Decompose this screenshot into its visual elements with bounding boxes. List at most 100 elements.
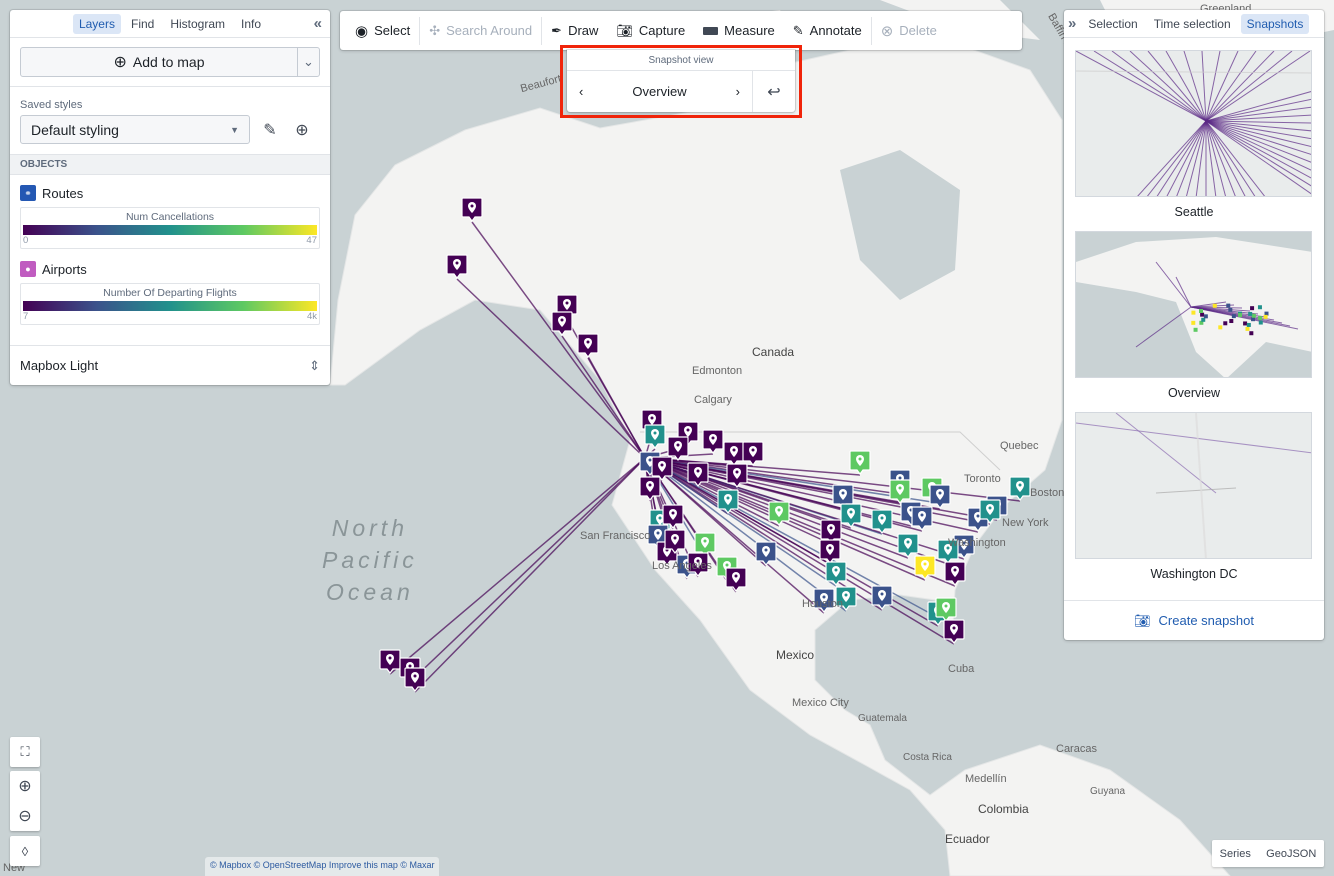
airport-marker[interactable] — [665, 530, 685, 553]
map-label: Boston — [1030, 487, 1064, 499]
airport-marker[interactable] — [663, 505, 683, 528]
chevron-left-icon[interactable]: ‹ — [579, 84, 583, 99]
geojson-button[interactable]: GeoJSON — [1266, 848, 1316, 860]
airport-marker[interactable] — [703, 430, 723, 453]
snapshot-card[interactable]: Overview — [1075, 231, 1313, 400]
airport-marker[interactable] — [640, 477, 660, 500]
basemap-name: Mapbox Light — [20, 358, 98, 373]
airport-marker[interactable] — [841, 504, 861, 527]
left-panel-tabs: Layers Find Histogram Info « — [10, 10, 330, 38]
airport-marker[interactable] — [945, 562, 965, 585]
airport-marker[interactable] — [1010, 477, 1030, 500]
delete-button[interactable]: ⊗ Delete — [872, 11, 946, 50]
camera-icon: 📷︎ — [616, 23, 633, 39]
basemap-selector[interactable]: Mapbox Light ⇕ — [10, 345, 330, 385]
annotate-button[interactable]: ✎ Annotate — [784, 11, 871, 50]
tab-selection[interactable]: Selection — [1082, 14, 1143, 34]
add-to-map-label: Add to map — [133, 54, 205, 70]
series-button[interactable]: Series — [1220, 848, 1251, 860]
snapshot-card[interactable]: Washington DC — [1075, 412, 1313, 581]
camera-icon: 📷︎ — [1134, 613, 1151, 629]
tab-histogram[interactable]: Histogram — [164, 14, 231, 34]
airport-marker[interactable] — [405, 668, 425, 691]
airport-marker[interactable] — [727, 464, 747, 487]
collapse-right-icon[interactable]: » — [1068, 15, 1076, 32]
capture-button[interactable]: 📷︎ Capture — [607, 11, 694, 50]
map-label: New York — [1002, 517, 1048, 529]
airport-marker[interactable] — [380, 650, 400, 673]
layer-airports[interactable]: ● Airports — [10, 249, 330, 283]
plus-circle-icon: ⊕ — [113, 52, 126, 72]
snapshot-card[interactable]: Seattle — [1075, 50, 1313, 219]
airport-marker[interactable] — [552, 312, 572, 335]
map-attribution[interactable]: © Mapbox © OpenStreetMap Improve this ma… — [205, 857, 439, 876]
select-button[interactable]: ◉ Select — [346, 11, 419, 50]
airport-marker[interactable] — [936, 598, 956, 621]
map-toolbar: ◉ Select ✣ Search Around ✒ Draw 📷︎ Capture M… — [340, 11, 1022, 50]
zoom-out-icon[interactable]: ⊖ — [10, 801, 40, 831]
delete-icon: ⊗ — [881, 22, 894, 40]
airport-marker[interactable] — [769, 502, 789, 525]
measure-button[interactable]: Measure — [694, 11, 784, 50]
airport-marker[interactable] — [743, 442, 763, 465]
airport-marker[interactable] — [872, 586, 892, 609]
current-snapshot: Overview — [632, 84, 686, 99]
compass-button[interactable]: ◊ — [10, 836, 40, 866]
airport-marker[interactable] — [980, 500, 1000, 523]
layer-name: Routes — [42, 186, 83, 201]
saved-styles-select[interactable]: Default styling ▼ — [20, 115, 250, 144]
map-label: Houston — [802, 598, 843, 610]
airport-marker[interactable] — [930, 485, 950, 508]
airport-marker[interactable] — [688, 463, 708, 486]
chevron-right-icon[interactable]: › — [736, 84, 740, 99]
draw-button[interactable]: ✒ Draw — [542, 11, 607, 50]
snapshot-thumbnail[interactable] — [1075, 50, 1312, 197]
zoom-in-icon[interactable]: ⊕ — [10, 771, 40, 801]
airport-marker[interactable] — [645, 425, 665, 448]
map-label: Caracas — [1056, 743, 1097, 755]
ruler-icon — [703, 27, 718, 35]
tab-layers[interactable]: Layers — [73, 14, 121, 34]
airport-marker[interactable] — [850, 451, 870, 474]
color-ramp — [23, 225, 317, 235]
airport-marker[interactable] — [718, 490, 738, 513]
map-label: Mexico — [776, 648, 814, 662]
map-label: Costa Rica — [903, 752, 952, 763]
search-around-button[interactable]: ✣ Search Around — [420, 11, 541, 50]
airport-marker[interactable] — [462, 198, 482, 221]
routes-legend: Num Cancellations 0 47 — [20, 207, 320, 249]
airport-marker[interactable] — [820, 540, 840, 563]
airport-marker[interactable] — [890, 480, 910, 503]
collapse-left-icon[interactable]: « — [314, 15, 322, 32]
add-to-map-button[interactable]: ⊕ Add to map — [21, 52, 297, 72]
tab-snapshots[interactable]: Snapshots — [1241, 14, 1310, 34]
airport-marker[interactable] — [756, 542, 776, 565]
airport-marker[interactable] — [872, 510, 892, 533]
tab-find[interactable]: Find — [125, 14, 160, 34]
airport-marker[interactable] — [578, 334, 598, 357]
layer-routes[interactable]: ⚭ Routes — [10, 175, 330, 207]
chevron-down-icon[interactable]: ⌄ — [297, 48, 319, 76]
tab-info[interactable]: Info — [235, 14, 267, 34]
create-snapshot-button[interactable]: 📷︎ Create snapshot — [1064, 600, 1324, 640]
undo-icon[interactable]: ↩ — [753, 82, 795, 102]
snapshot-thumbnail[interactable] — [1075, 231, 1312, 378]
tab-time-selection[interactable]: Time selection — [1148, 14, 1237, 34]
fit-bounds-button[interactable]: ⛶ — [10, 737, 40, 767]
airport-marker[interactable] — [944, 620, 964, 643]
snapshots-panel: » Selection Time selection Snapshots Sea… — [1064, 10, 1324, 640]
airport-marker[interactable] — [915, 556, 935, 579]
airport-marker[interactable] — [447, 255, 467, 278]
airport-marker[interactable] — [726, 568, 746, 591]
airport-marker[interactable] — [826, 562, 846, 585]
airport-marker[interactable] — [912, 507, 932, 530]
add-style-icon[interactable]: ⊕ — [290, 120, 314, 140]
compass-icon: ◊ — [10, 836, 40, 866]
edit-pencil-icon[interactable]: ✎ — [258, 120, 282, 140]
airport-marker[interactable] — [724, 442, 744, 465]
snapshot-thumbnail[interactable] — [1075, 412, 1312, 559]
map-label: Ecuador — [945, 832, 990, 846]
map-label: Cuba — [948, 663, 974, 675]
airport-marker[interactable] — [898, 534, 918, 557]
map-label: Mexico City — [792, 697, 849, 709]
